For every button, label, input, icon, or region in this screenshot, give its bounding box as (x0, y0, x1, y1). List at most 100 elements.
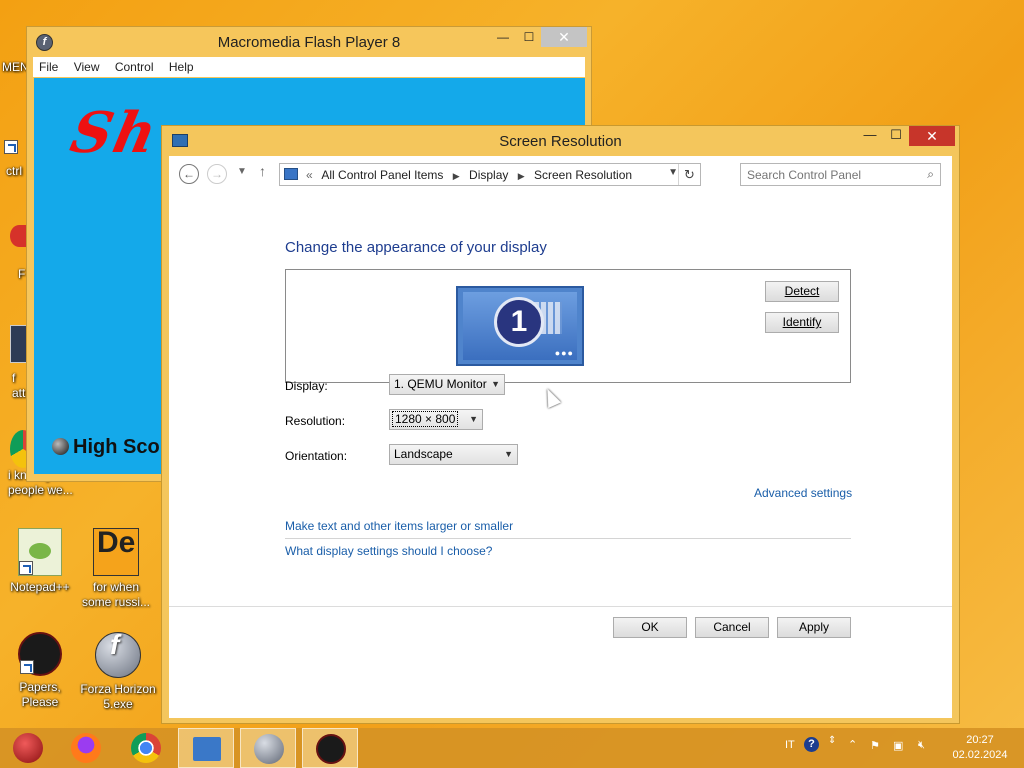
chevron-down-icon: ▼ (504, 449, 513, 459)
resolution-select[interactable]: 1280 × 800 ▼ (389, 409, 483, 430)
help-icon[interactable]: ? (804, 737, 819, 752)
desktop-icon-label: Papers, Please (19, 680, 61, 709)
desktop-icon-ctrl[interactable]: ctrl (4, 140, 28, 178)
address-dropdown-chevron-icon[interactable]: ▼ (668, 167, 678, 178)
breadcrumb-screen-resolution[interactable]: Screen Resolution (534, 168, 632, 182)
breadcrumb-prefix[interactable]: « (306, 168, 313, 182)
menu-help[interactable]: Help (163, 57, 200, 74)
orientation-select-value: Landscape (394, 447, 453, 461)
forward-arrow-icon[interactable]: → (207, 164, 227, 184)
action-center-flag-icon[interactable]: ⚑ (870, 739, 880, 752)
orientation-select[interactable]: Landscape ▼ (389, 444, 518, 465)
monitor-number: 1 (494, 297, 544, 347)
desktop-icon-label: MEN (2, 60, 29, 74)
menu-view[interactable]: View (68, 57, 106, 74)
recent-pages-chevron-icon[interactable]: ▼ (237, 166, 247, 177)
chrome-icon (131, 733, 161, 763)
breadcrumb-display[interactable]: Display (469, 168, 508, 182)
show-hidden-icons-icon[interactable]: ⌃ (848, 738, 857, 751)
apply-button[interactable]: Apply (777, 617, 851, 638)
advanced-settings-link[interactable]: Advanced settings (754, 486, 852, 500)
resolution-select-value: 1280 × 800 (392, 411, 459, 427)
language-indicator[interactable]: IT (785, 739, 795, 751)
taskbar-control-panel[interactable] (178, 728, 234, 768)
breadcrumb-all-control-panel-items[interactable]: All Control Panel Items (321, 168, 443, 182)
papers-please-icon (18, 632, 62, 676)
network-icon[interactable]: ▣ (893, 739, 903, 752)
game-title: Sh (64, 100, 165, 166)
taskbar-chrome[interactable] (118, 728, 174, 768)
de-app-icon: De (93, 528, 139, 576)
shortcut-arrow-icon (20, 660, 34, 674)
sr-client-area: ← → ▼ ↑ « All Control Panel Items ▶ Disp… (169, 156, 952, 718)
identify-button[interactable]: Identify (765, 312, 839, 333)
chevron-down-icon: ▼ (469, 414, 478, 424)
start-orb-icon (13, 733, 43, 763)
up-arrow-icon[interactable]: ↑ (259, 163, 266, 179)
desktop-icon-label: Notepad++ (10, 580, 70, 594)
detect-button-label: Detect (784, 284, 820, 298)
shortcut-arrow-icon (4, 140, 18, 154)
minimize-button[interactable]: — (857, 126, 883, 146)
footer-divider (169, 606, 952, 607)
flash-icon: f (95, 631, 141, 678)
taskbar-firefox[interactable] (58, 728, 114, 768)
maximize-button[interactable]: ☐ (883, 126, 909, 146)
control-panel-icon (193, 737, 221, 761)
divider (285, 538, 851, 539)
search-input[interactable] (747, 168, 917, 182)
taskbar-papers-please[interactable] (302, 728, 358, 768)
chevron-down-icon: ▼ (491, 379, 500, 389)
high-score-button[interactable]: High Sco (52, 436, 160, 459)
desktop-icon-label: Forza Horizon 5.exe (80, 682, 156, 711)
flash-title-bar[interactable]: f Macromedia Flash Player 8 — ☐ ✕ (27, 27, 591, 57)
desktop-icon-papers-please[interactable]: Papers, Please (0, 632, 80, 710)
taskbar-flash-player[interactable] (240, 728, 296, 768)
display-label: Display: (285, 379, 328, 393)
text-size-link[interactable]: Make text and other items larger or smal… (285, 519, 513, 533)
back-arrow-icon[interactable]: ← (179, 164, 199, 184)
cancel-button[interactable]: Cancel (695, 617, 769, 638)
ok-button[interactable]: OK (613, 617, 687, 638)
minimize-button[interactable]: — (489, 27, 517, 47)
breadcrumb-separator-icon[interactable]: ▶ (518, 171, 525, 181)
identify-button-label: Identify (782, 315, 822, 329)
menu-file[interactable]: File (33, 57, 64, 74)
refresh-icon[interactable]: ↻ (678, 164, 700, 185)
close-button[interactable]: ✕ (541, 27, 587, 47)
ime-icon[interactable]: ⇕ (828, 735, 836, 746)
flash-icon (254, 734, 284, 764)
search-box[interactable]: ⌕ (740, 163, 941, 186)
detect-button[interactable]: Detect (765, 281, 839, 302)
desktop-icon-russi[interactable]: De for when some russi... (78, 528, 154, 610)
shortcut-arrow-icon (19, 561, 33, 575)
control-panel-icon (284, 168, 298, 180)
clock-time: 20:27 (966, 734, 994, 746)
flash-menu-bar: File View Control Help (33, 57, 585, 77)
screen-resolution-window[interactable]: Screen Resolution — ☐ ✕ ← → ▼ ↑ « All Co… (161, 125, 960, 724)
page-title: Change the appearance of your display (285, 239, 547, 256)
breadcrumb: « All Control Panel Items ▶ Display ▶ Sc… (306, 168, 632, 182)
monitor-1-icon[interactable]: 1 ●●● (456, 286, 584, 366)
display-select-value: 1. QEMU Monitor (394, 377, 487, 391)
breadcrumb-separator-icon[interactable]: ▶ (453, 171, 460, 181)
sr-title-bar[interactable]: Screen Resolution — ☐ ✕ (162, 126, 959, 156)
desktop-icon-label: f att (12, 371, 26, 400)
desktop-icon-label: ctrl (6, 164, 22, 178)
desktop-icon-notepadpp[interactable]: Notepad++ (2, 528, 78, 595)
search-icon[interactable]: ⌕ (927, 167, 934, 182)
desktop-icon-forza[interactable]: f Forza Horizon 5.exe (80, 631, 156, 712)
display-select[interactable]: 1. QEMU Monitor ▼ (389, 374, 505, 395)
resolution-label: Resolution: (285, 414, 346, 428)
clock[interactable]: 20:27 02.02.2024 (948, 733, 1012, 763)
address-bar[interactable]: « All Control Panel Items ▶ Display ▶ Sc… (279, 163, 701, 186)
start-button[interactable] (0, 728, 56, 768)
volume-muted-icon[interactable]: 🔇︎ (918, 739, 925, 752)
menu-control[interactable]: Control (109, 57, 160, 74)
clock-date: 02.02.2024 (952, 749, 1008, 761)
maximize-button[interactable]: ☐ (515, 27, 543, 47)
papers-please-icon (316, 734, 346, 764)
close-button[interactable]: ✕ (909, 126, 955, 146)
display-help-link[interactable]: What display settings should I choose? (285, 544, 492, 558)
desktop-icon-label: for when some russi... (81, 580, 150, 609)
